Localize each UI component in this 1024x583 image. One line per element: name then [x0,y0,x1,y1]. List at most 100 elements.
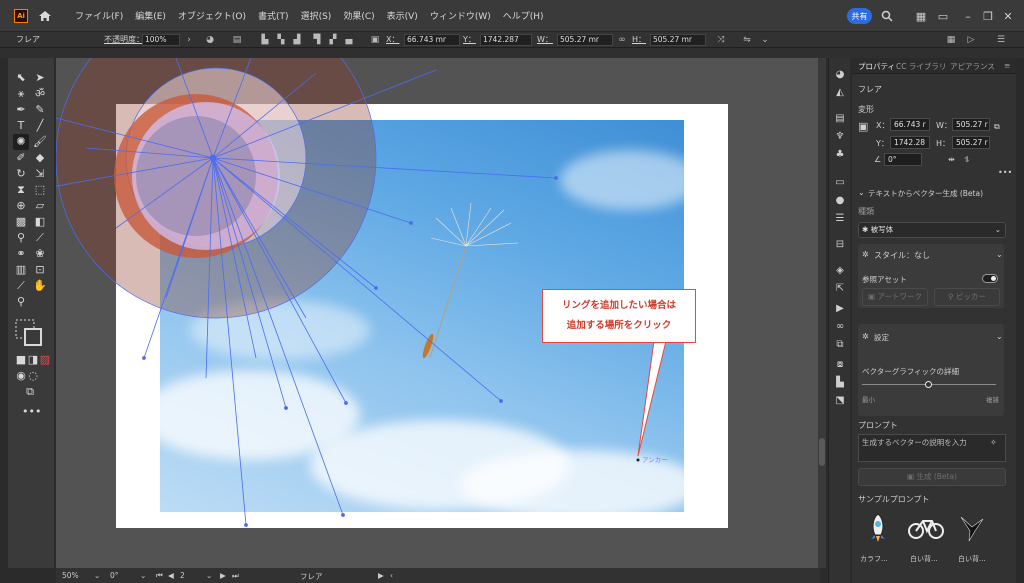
panel-menu-icon[interactable]: ≡ [1004,61,1010,70]
generate-button[interactable]: ▣ 生成 (Beta) [858,468,1006,486]
flare-tool-icon[interactable]: ✺ [13,134,29,150]
zoom-tool-icon[interactable]: ⚲ [13,294,29,310]
layers-icon[interactable]: ◈ [833,264,847,278]
opacity-label[interactable]: 不透明度： [104,34,144,45]
reference-point-icon[interactable]: ▣ [858,120,868,133]
artboards-icon[interactable]: ⧉ [833,338,847,352]
free-transform-tool-icon[interactable]: ⬚ [32,182,48,198]
chevron-right-icon[interactable]: › [184,35,194,45]
draw-behind-icon[interactable]: ◌ [25,368,41,384]
eyedropper-tool-icon[interactable]: ⚲ [13,230,29,246]
export-icon[interactable]: ⇱ [833,282,847,296]
last-artboard-icon[interactable]: ⏭ [232,571,239,581]
blend-tool-icon[interactable]: ⚭ [13,246,29,262]
canvas-vertical-scrollbar[interactable] [818,58,826,568]
link-icon[interactable]: ∞ [617,35,627,45]
chevron-down-icon[interactable]: ⌄ [760,35,770,45]
sample-rocket[interactable] [858,508,898,548]
type-tool-icon[interactable]: T [13,118,29,134]
y-input[interactable]: 1742.287 [480,34,532,46]
pen-tool-icon[interactable]: ✒ [13,102,29,118]
search-icon[interactable] [879,8,895,24]
menu-effect[interactable]: 効果(C) [340,7,377,24]
sample-crane[interactable] [952,508,992,548]
canvas-area[interactable]: リングを追加したい場合は 追加する場所をクリック アンカー [56,58,820,568]
align-right-icon[interactable]: ▟ [292,35,302,45]
align-center-icon[interactable]: ▚ [276,35,286,45]
sample-bicycle[interactable] [906,508,946,548]
swatches-icon[interactable]: ▤ [833,112,847,126]
align-bottom-icon[interactable]: ▄ [344,35,354,45]
width-tool-icon[interactable]: ⧗ [13,182,29,198]
detail-slider-knob[interactable] [925,381,932,388]
angle-input[interactable]: 0° [884,153,922,166]
stroke-icon[interactable]: ▭ [833,176,847,190]
curvature-tool-icon[interactable]: ✎ [32,102,48,118]
eraser-tool-icon[interactable]: ◆ [32,150,48,166]
pathfinder-icon[interactable]: ⧇ [833,358,847,372]
rp-w-input[interactable]: 505.27 r [952,118,990,131]
brushes-icon[interactable]: ♆ [833,130,847,144]
menu-object[interactable]: オブジェクト(O) [175,7,249,24]
prompt-input[interactable]: 生成するベクターの説明を入力 [858,434,1006,462]
reference-asset-toggle[interactable] [982,274,998,283]
appearance-icon[interactable]: ⊟ [833,238,847,252]
next-artboard-icon[interactable]: ▶ [220,571,226,580]
settings-chevron-icon[interactable]: ⌄ [996,332,1003,341]
slice-tool-icon[interactable]: ⟋ [13,278,29,294]
control-menu-icon[interactable]: ☰ [996,35,1006,45]
share-button[interactable]: 共有 [847,8,872,24]
align-left-icon[interactable]: ▙ [260,35,270,45]
none-mode-icon[interactable]: ▨ [37,352,53,368]
arrange-documents-icon[interactable]: ▦ [946,35,956,45]
actions-icon[interactable]: ▶ [833,302,847,316]
perspective-grid-tool-icon[interactable]: ⏥ [32,198,48,214]
symbol-sprayer-tool-icon[interactable]: ❀ [32,246,48,262]
rp-h-input[interactable]: 505.27 r [952,136,990,149]
tab-properties[interactable]: プロパティ [858,61,895,72]
settings-gear-icon[interactable]: ✲ [862,332,869,341]
transform-panel-icon[interactable]: ⬔ [833,394,847,408]
align-top-icon[interactable]: ▜ [312,35,322,45]
flip-vertical-icon[interactable]: ⥮ [964,155,970,165]
minimize-icon[interactable]: – [960,8,976,24]
isolate-icon[interactable]: ⇋ [742,35,752,45]
restore-icon[interactable]: ❐ [980,8,996,24]
close-icon[interactable]: ✕ [1000,8,1016,24]
flip-horizontal-icon[interactable]: ⇹ [948,155,955,164]
arrange-window-icon[interactable]: ▭ [935,8,951,24]
rotation-chevron-icon[interactable]: ⌄ [140,571,146,580]
expand-chevron-icon[interactable]: ⌄ [858,188,865,197]
shaper-tool-icon[interactable]: ✐ [13,150,29,166]
zoom-level[interactable]: 50% [62,571,79,580]
transparency-icon[interactable]: ☰ [833,212,847,226]
workspace-grid-icon[interactable]: ▦ [913,8,929,24]
gradient-icon[interactable]: ● [833,194,847,208]
x-input[interactable]: 66.743 mr [404,34,460,46]
menu-window[interactable]: ウィンドウ(W) [427,7,494,24]
reference-point-icon[interactable]: ▣ [370,35,380,45]
opacity-input[interactable]: 100% [142,34,180,46]
lasso-tool-icon[interactable]: ॐ [32,86,48,102]
tab-appearance[interactable]: アピアランス [950,61,995,72]
artboard-tool-icon[interactable]: ⊡ [32,262,48,278]
style-gear-icon[interactable]: ✲ [862,250,869,259]
mesh-tool-icon[interactable]: ▩ [13,214,29,230]
measure-tool-icon[interactable]: ⟋ [32,230,48,246]
menu-type[interactable]: 書式(T) [255,7,292,24]
app-logo[interactable]: Ai [14,8,28,23]
home-icon[interactable] [38,10,52,22]
menu-view[interactable]: 表示(V) [384,7,421,24]
panel-scrollbar[interactable] [1016,58,1024,583]
menu-help[interactable]: ヘルプ(H) [500,7,547,24]
prev-artboard-icon[interactable]: ◀ [168,571,174,580]
constrain-link-icon[interactable]: ⧉ [994,122,1000,132]
transform-icon[interactable]: ⤨ [716,35,726,45]
graph-tool-icon[interactable]: ▥ [13,262,29,278]
shape-builder-tool-icon[interactable]: ⊕ [13,198,29,214]
recolor-icon[interactable]: ◕ [205,35,215,45]
artwork-button[interactable]: ▣ アートワーク [862,288,928,306]
rp-y-input[interactable]: 1742.28 [890,136,930,149]
color-panel-icon[interactable]: ◕ [833,68,847,82]
gradient-tool-icon[interactable]: ◧ [32,214,48,230]
